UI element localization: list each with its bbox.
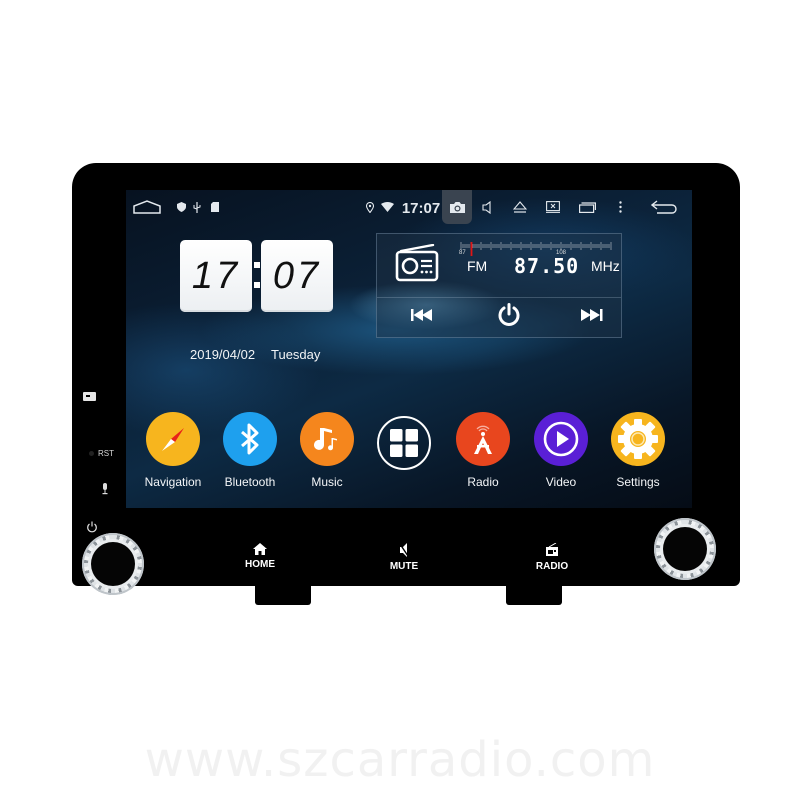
- app-label: Navigation: [144, 475, 202, 489]
- clock-date: 2019/04/02: [190, 347, 256, 362]
- radio-icon: [545, 542, 559, 560]
- radio-previous-button[interactable]: [409, 304, 437, 330]
- radio-next-button[interactable]: [579, 304, 607, 330]
- usb-icon: [192, 198, 202, 216]
- app-settings[interactable]: Settings: [603, 412, 673, 489]
- hw-home-button[interactable]: HOME: [230, 543, 290, 570]
- volume-knob[interactable]: [82, 533, 144, 595]
- watermark: www.szcarradio.com: [144, 732, 656, 788]
- status-bar: 17:07: [126, 190, 692, 224]
- location-icon: [364, 198, 376, 216]
- hw-radio-button[interactable]: RADIO: [522, 542, 582, 572]
- radio-band: FM: [467, 258, 488, 274]
- mute-icon: [399, 543, 409, 560]
- eject-icon[interactable]: [512, 198, 528, 216]
- radio-unit: MHz: [591, 258, 620, 274]
- app-all-apps[interactable]: [369, 412, 439, 470]
- back-icon[interactable]: [650, 198, 678, 216]
- app-bluetooth[interactable]: Bluetooth: [215, 412, 285, 489]
- home-icon: [253, 543, 267, 558]
- bluetooth-icon: [223, 412, 277, 466]
- app-label: Radio: [467, 475, 499, 489]
- hw-mute-label: MUTE: [389, 561, 419, 572]
- android-screen: 17:07 17 07 2019/04/02 Tuesday 87 108 FM…: [126, 190, 692, 508]
- camera-icon[interactable]: [446, 198, 468, 216]
- sd-card-slot-icon: [83, 392, 96, 401]
- power-icon: [498, 303, 520, 331]
- compass-icon: [146, 412, 200, 466]
- app-radio[interactable]: Radio: [448, 412, 518, 489]
- app-label: Settings: [616, 475, 660, 489]
- mic-icon: [102, 482, 108, 495]
- overflow-menu-icon[interactable]: [616, 198, 624, 216]
- clock-colon: [254, 262, 260, 292]
- volume-icon[interactable]: [480, 198, 494, 216]
- app-navigation[interactable]: Navigation: [138, 412, 208, 489]
- status-time: 17:07: [401, 199, 441, 217]
- radio-divider: [377, 297, 621, 298]
- clock-minutes: 07: [261, 240, 333, 312]
- music-note-icon: [300, 412, 354, 466]
- gear-icon: [611, 412, 665, 466]
- radio-tower-icon: [456, 412, 510, 466]
- close-window-icon[interactable]: [545, 198, 561, 216]
- app-grid-icon: [377, 416, 431, 470]
- radio-frequency: 87.50: [514, 254, 580, 278]
- tuner-needle: [470, 242, 473, 256]
- clock-weekday: Tuesday: [271, 347, 321, 362]
- hw-home-label: HOME: [245, 559, 275, 570]
- hw-radio-label: RADIO: [535, 561, 569, 572]
- skip-previous-icon: [411, 308, 435, 326]
- scale-min-label: 87: [459, 250, 466, 256]
- radio-widget[interactable]: 87 108 FM 87.50 MHz: [376, 233, 622, 338]
- app-label: Music: [311, 475, 343, 489]
- radio-widget-icon: [395, 243, 439, 287]
- rst-button[interactable]: [86, 446, 116, 460]
- wifi-icon: [380, 198, 394, 216]
- app-music[interactable]: Music: [292, 412, 362, 489]
- shield-icon: [176, 198, 186, 216]
- play-icon: [534, 412, 588, 466]
- clock-hours: 17: [180, 240, 252, 312]
- app-video[interactable]: Video: [526, 412, 596, 489]
- home-outline-icon[interactable]: [132, 198, 162, 216]
- app-label: Bluetooth: [224, 475, 276, 489]
- tuning-knob[interactable]: [654, 518, 716, 580]
- radio-power-button[interactable]: [495, 303, 523, 331]
- recent-apps-icon[interactable]: [578, 198, 596, 216]
- hw-mute-button[interactable]: MUTE: [374, 543, 434, 572]
- app-label: Video: [545, 475, 577, 489]
- skip-next-icon: [581, 308, 605, 326]
- sd-card-icon: [210, 198, 220, 216]
- power-icon: [86, 520, 98, 538]
